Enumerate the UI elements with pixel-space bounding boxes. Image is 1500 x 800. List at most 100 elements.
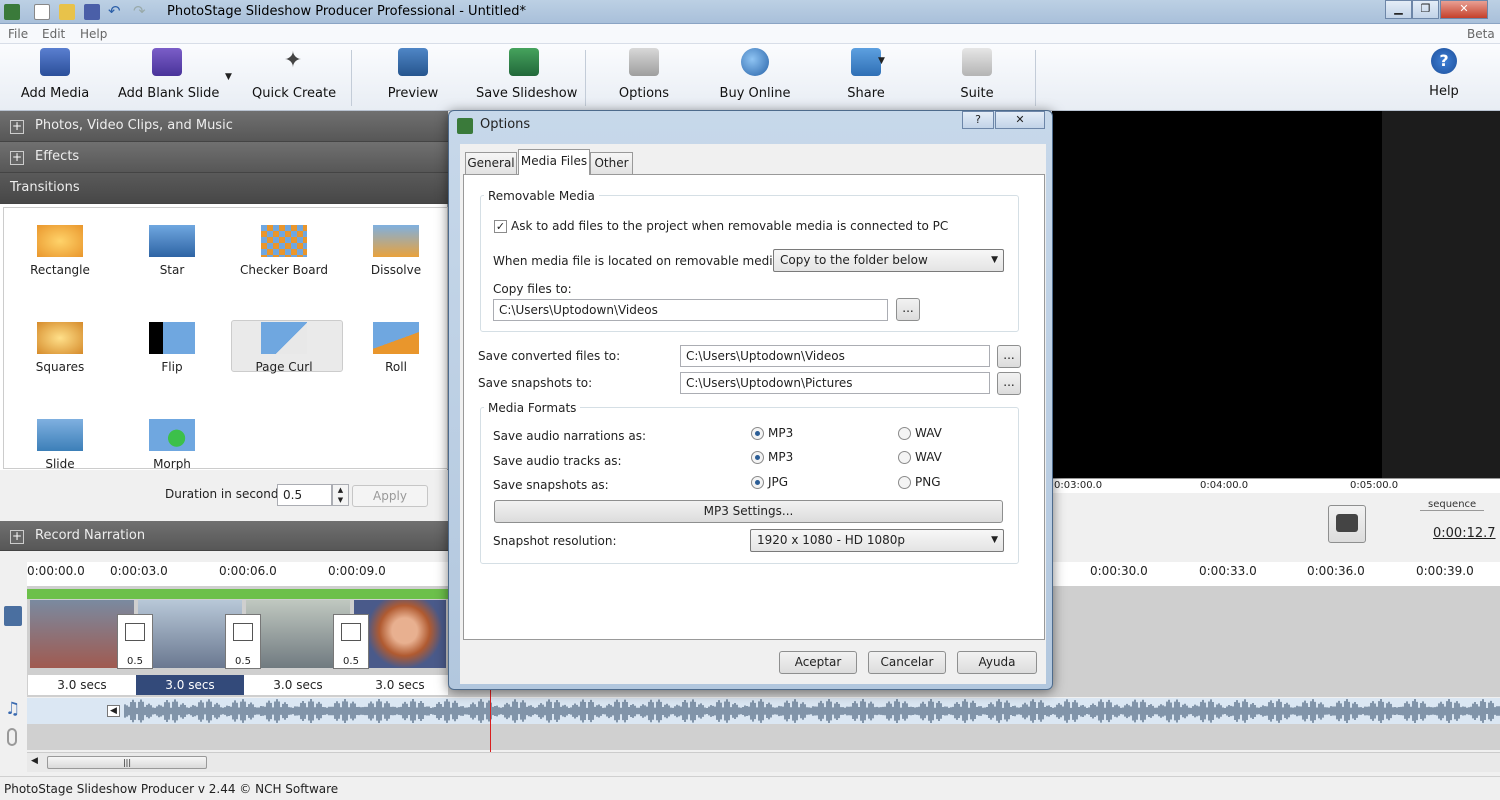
when-label: When media file is located on removable … xyxy=(493,254,784,268)
tracks-wav-label: WAV xyxy=(915,450,942,464)
transition-item[interactable]: Flip xyxy=(116,305,228,402)
save-slideshow-button[interactable]: Save Slideshow xyxy=(476,48,577,106)
converted-browse-button[interactable]: ... xyxy=(997,345,1021,368)
section-effects[interactable]: + Effects xyxy=(0,142,448,173)
microphone-icon xyxy=(7,728,17,746)
ok-button[interactable]: Aceptar xyxy=(779,651,857,674)
transition-marker[interactable]: 0.5 xyxy=(225,614,261,669)
menu-bar: File Edit Help Beta xyxy=(0,24,1500,44)
snapshot-button[interactable] xyxy=(1328,505,1366,543)
timeline-tick: 0:00:06.0 xyxy=(219,564,277,578)
snapshots-path-input[interactable]: C:\Users\Uptodown\Pictures xyxy=(680,372,990,394)
transition-item[interactable]: Checker Board xyxy=(228,208,340,305)
dialog-help-button[interactable]: ? xyxy=(962,111,994,129)
squares-transition-icon xyxy=(37,322,83,354)
tab-other[interactable]: Other xyxy=(590,152,633,174)
transitions-grid: Rectangle Star Checker Board Dissolve Sq… xyxy=(3,207,448,471)
expand-icon: + xyxy=(10,150,24,165)
snapshot-jpg-label: JPG xyxy=(768,475,789,489)
timeline-scrollbar[interactable]: ◀ ||| xyxy=(27,752,1500,772)
open-folder-icon[interactable] xyxy=(59,4,75,20)
scroll-left-icon[interactable]: ◀ xyxy=(31,756,38,766)
narration-mp3-radio[interactable] xyxy=(751,427,764,440)
tracks-mp3-label: MP3 xyxy=(768,450,794,464)
transition-item[interactable]: Roll xyxy=(340,305,452,402)
new-file-icon[interactable] xyxy=(34,4,50,20)
cancel-button[interactable]: Cancelar xyxy=(868,651,946,674)
copy-browse-button[interactable]: ... xyxy=(896,298,920,321)
close-button[interactable]: ✕ xyxy=(1440,0,1488,19)
toolbar-separator xyxy=(351,50,352,106)
converted-path-input[interactable]: C:\Users\Uptodown\Videos xyxy=(680,345,990,367)
help-button[interactable]: ? Help xyxy=(1424,48,1464,106)
tab-media-files[interactable]: Media Files xyxy=(518,149,590,175)
preview-tick: 0:03:00.0 xyxy=(1054,480,1103,491)
dialog-close-button[interactable]: ✕ xyxy=(995,111,1045,129)
undo-icon[interactable]: ↶ xyxy=(108,4,124,20)
redo-icon[interactable]: ↷ xyxy=(133,4,149,20)
help-dialog-button[interactable]: Ayuda xyxy=(957,651,1037,674)
options-button[interactable]: Options xyxy=(616,48,672,106)
transition-marker[interactable]: 0.5 xyxy=(117,614,153,669)
snapshot-png-radio[interactable] xyxy=(898,476,911,489)
removable-media-title: Removable Media xyxy=(484,189,599,203)
snapshots-browse-button[interactable]: ... xyxy=(997,372,1021,395)
add-blank-slide-dropdown-icon[interactable]: ▼ xyxy=(225,72,232,82)
sequence-tab[interactable]: sequence xyxy=(1420,499,1485,511)
add-media-button[interactable]: Add Media xyxy=(16,48,94,106)
duration-label: Duration in seconds: xyxy=(165,487,289,501)
tracks-mp3-radio[interactable] xyxy=(751,451,764,464)
when-select[interactable]: Copy to the folder below ▼ xyxy=(773,249,1004,272)
duration-spinner[interactable]: ▲ ▼ xyxy=(332,484,349,506)
menu-help[interactable]: Help xyxy=(80,27,107,41)
section-transitions[interactable]: Transitions xyxy=(0,173,448,204)
section-record-narration[interactable]: + Record Narration xyxy=(0,521,448,551)
add-blank-slide-button[interactable]: Add Blank Slide xyxy=(118,48,219,106)
camera-icon xyxy=(1336,514,1358,532)
transition-item[interactable]: Squares xyxy=(4,305,116,402)
minimize-button[interactable]: ▁ xyxy=(1385,0,1412,19)
tab-general[interactable]: General xyxy=(465,152,517,174)
copy-path-input[interactable]: C:\Users\Uptodown\Videos xyxy=(493,299,888,321)
preview-tick: 0:04:00.0 xyxy=(1200,480,1249,491)
timeline-tick: 0:00:30.0 xyxy=(1090,564,1148,578)
save-icon[interactable] xyxy=(84,4,100,20)
snapshot-jpg-radio[interactable] xyxy=(751,476,764,489)
resolution-select[interactable]: 1920 x 1080 - HD 1080p ▼ xyxy=(750,529,1004,552)
playhead[interactable] xyxy=(490,690,491,752)
preview-button[interactable]: Preview xyxy=(382,48,444,106)
window-title: PhotoStage Slideshow Producer Profession… xyxy=(167,4,526,19)
duration-row: Duration in seconds: 0.5 ▲ ▼ Apply xyxy=(0,470,448,522)
narration-mp3-label: MP3 xyxy=(768,426,794,440)
quick-create-button[interactable]: ✦ Quick Create xyxy=(252,48,336,106)
mp3-settings-button[interactable]: MP3 Settings... xyxy=(494,500,1003,523)
morph-transition-icon xyxy=(149,419,195,451)
preview-border xyxy=(1382,111,1500,492)
apply-button[interactable]: Apply xyxy=(352,485,428,507)
menu-edit[interactable]: Edit xyxy=(42,27,65,41)
transition-item[interactable]: Rectangle xyxy=(4,208,116,305)
timeline-tick: 0:00:36.0 xyxy=(1307,564,1365,578)
buy-online-button[interactable]: Buy Online xyxy=(718,48,792,106)
transition-item[interactable]: Page Curl xyxy=(228,305,340,402)
rectangle-transition-icon xyxy=(37,225,83,257)
tracks-wav-radio[interactable] xyxy=(898,451,911,464)
clip-duration: 3.0 secs xyxy=(28,675,136,695)
transition-marker[interactable]: 0.5 xyxy=(333,614,369,669)
ask-checkbox[interactable]: ✓ xyxy=(494,220,507,233)
duration-input[interactable]: 0.5 xyxy=(277,484,332,506)
clip-duration-selected: 3.0 secs xyxy=(136,675,244,695)
maximize-button[interactable]: ❐ xyxy=(1412,0,1439,19)
transition-item[interactable]: Dissolve xyxy=(340,208,452,305)
title-bar: ↶ ↷ PhotoStage Slideshow Producer Profes… xyxy=(0,0,1500,24)
scroll-thumb[interactable]: ||| xyxy=(47,756,207,769)
menu-file[interactable]: File xyxy=(8,27,28,41)
current-time: 0:00:12.7 xyxy=(1433,526,1496,541)
share-dropdown-icon[interactable]: ▼ xyxy=(878,56,885,66)
save-slideshow-icon xyxy=(509,48,539,76)
transition-item[interactable]: Star xyxy=(116,208,228,305)
app-icon xyxy=(4,4,20,20)
suite-button[interactable]: Suite xyxy=(955,48,999,106)
section-photos[interactable]: + Photos, Video Clips, and Music xyxy=(0,111,448,142)
narration-wav-radio[interactable] xyxy=(898,427,911,440)
